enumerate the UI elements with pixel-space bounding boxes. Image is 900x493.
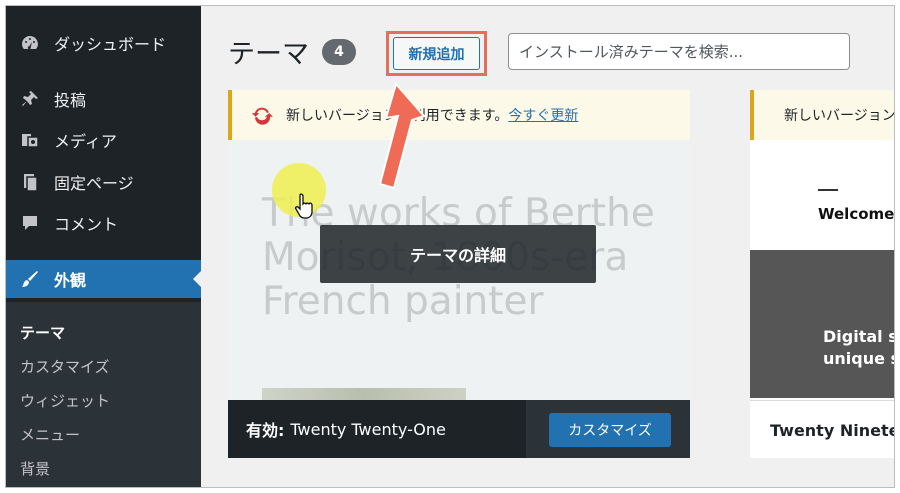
submenu-item-widgets[interactable]: ウィジェット xyxy=(20,390,110,411)
theme-card-footer: Twenty Nineteen xyxy=(750,400,894,458)
theme-name: Twenty Twenty-One xyxy=(290,419,446,439)
sidebar-item-label: コメント xyxy=(54,215,119,234)
theme-card-footer: 有効: Twenty Twenty-One カスタマイズ xyxy=(228,400,690,458)
brush-icon xyxy=(18,267,42,291)
welcome-rule xyxy=(818,189,838,191)
active-theme-name: 有効: Twenty Twenty-One xyxy=(246,400,446,458)
page-title: テーマ xyxy=(228,39,309,70)
theme-count-badge: 4 xyxy=(322,39,356,65)
media-icon xyxy=(18,128,42,152)
theme-details-button[interactable]: テーマの詳細 xyxy=(320,225,596,283)
sidebar-item-dashboard[interactable]: ダッシュボード xyxy=(6,24,201,62)
sidebar-item-label: ダッシュボード xyxy=(54,35,167,54)
active-indicator xyxy=(193,270,202,288)
submenu-item-background[interactable]: 背景 xyxy=(20,458,50,479)
sidebar-item-comments[interactable]: コメント xyxy=(6,204,201,242)
submenu-item-customize[interactable]: カスタマイズ xyxy=(20,356,110,377)
sidebar-item-posts[interactable]: 投稿 xyxy=(6,80,201,118)
sidebar-item-label: メディア xyxy=(54,132,117,151)
sidebar-item-label: 投稿 xyxy=(54,91,87,110)
notice-text: 新しいバージョンが利用できます。 xyxy=(784,108,895,124)
pin-icon xyxy=(18,87,42,111)
active-prefix: 有効: xyxy=(246,421,285,440)
appearance-submenu: テーマ カスタマイズ ウィジェット メニュー 背景 xyxy=(6,302,201,487)
sidebar-item-media[interactable]: メディア xyxy=(6,121,201,159)
admin-sidebar: ダッシュボード 投稿 メディア 固定ページ コメント 外観 テーマ カスタマイズ… xyxy=(6,6,202,487)
page-icon xyxy=(18,170,42,194)
hand-cursor-icon xyxy=(294,193,313,219)
comment-icon xyxy=(18,211,42,235)
search-themes-input[interactable] xyxy=(508,33,850,70)
sidebar-item-label: 外観 xyxy=(54,271,87,290)
update-notice: 新しいバージョンが利用できます。 xyxy=(750,90,895,140)
theme-screenshot-dark xyxy=(750,250,894,398)
update-icon xyxy=(251,107,273,125)
update-now-link[interactable]: 今すぐ更新 xyxy=(508,105,578,125)
theme-card-2[interactable]: 新しいバージョンが利用できます。 Welcome Digital st uniq… xyxy=(750,90,895,458)
theme-name: Twenty Nineteen xyxy=(770,420,894,440)
screen-frame: ダッシュボード 投稿 メディア 固定ページ コメント 外観 テーマ カスタマイズ… xyxy=(5,5,895,488)
submenu-item-themes[interactable]: テーマ xyxy=(20,322,65,343)
theme-screenshot-text: Digital st unique s xyxy=(823,327,894,368)
annotation-arrow-icon xyxy=(378,81,426,190)
sidebar-item-appearance[interactable]: 外観 xyxy=(6,260,202,298)
customize-button[interactable]: カスタマイズ xyxy=(549,413,671,447)
update-notice: 新しいバージョンが利用できます。 今すぐ更新 xyxy=(228,90,690,140)
add-new-theme-button[interactable]: 新規追加 xyxy=(393,37,480,70)
sidebar-item-label: 固定ページ xyxy=(54,174,134,193)
theme-card-active[interactable]: 新しいバージョンが利用できます。 今すぐ更新 The works of Bert… xyxy=(228,90,690,458)
submenu-item-menus[interactable]: メニュー xyxy=(20,424,80,445)
welcome-text: Welcome xyxy=(818,205,895,223)
dashboard-icon xyxy=(18,31,42,55)
sidebar-item-pages[interactable]: 固定ページ xyxy=(6,163,201,201)
